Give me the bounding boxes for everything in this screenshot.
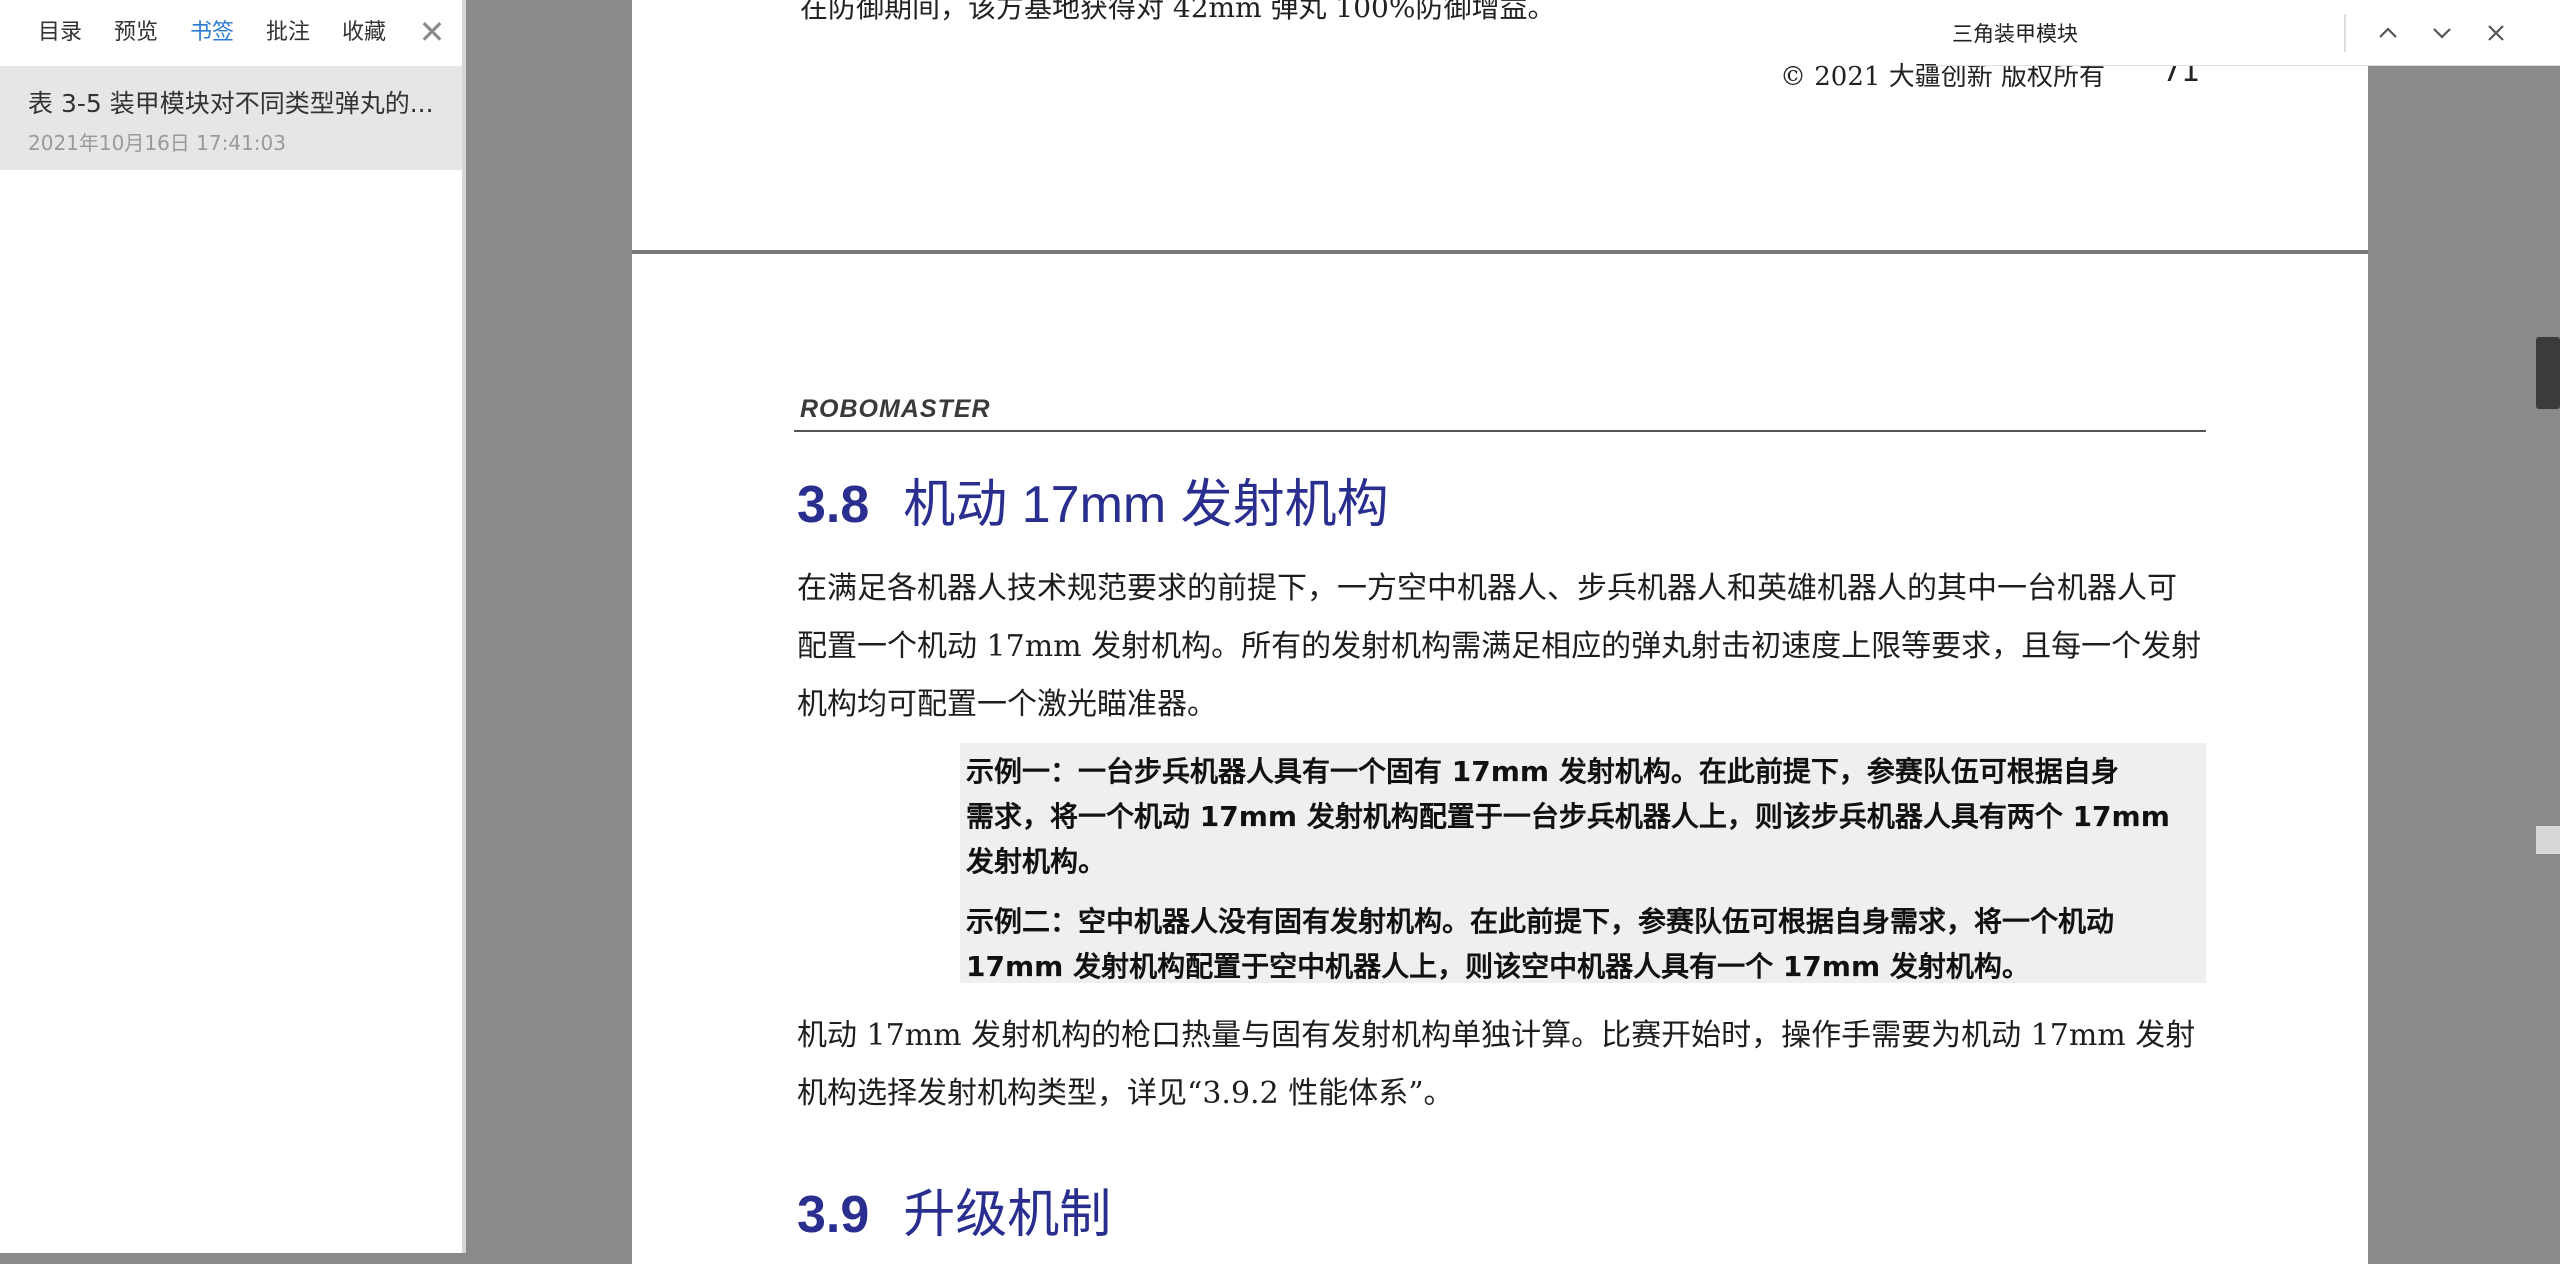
header-rule <box>794 430 2206 432</box>
section-heading: 3.8 机动 17mm 发射机构 <box>797 462 1389 537</box>
section-title: 机动 17mm 发射机构 <box>903 476 1389 534</box>
paragraph-line: 机构选择发射机构类型，详见“3.9.2 性能体系”。 <box>797 1076 1454 1111</box>
search-input[interactable] <box>1950 14 2350 52</box>
paragraph-line: 配置一个机动 17mm 发射机构。所有的发射机构需满足相应的弹丸射击初速度上限等… <box>797 629 2202 664</box>
paragraph-line: 机构均可配置一个激光瞄准器。 <box>797 687 1217 722</box>
section-number: 3.8 <box>797 476 870 534</box>
tab-bookmarks[interactable]: 书签 <box>190 18 234 48</box>
tab-favorites[interactable]: 收藏 <box>342 18 386 48</box>
robomaster-logo: ROBOMASTER <box>800 395 991 423</box>
section-title: 升级机制 <box>903 1186 1112 1244</box>
example-line: 示例二：空中机器人没有固有发射机构。在此前提下，参赛队伍可根据自身需求，将一个机… <box>966 905 2115 938</box>
search-bar <box>1936 0 2560 66</box>
chevron-down-icon[interactable] <box>2426 17 2458 49</box>
bookmark-date: 2021年10月16日 17:41:03 <box>28 131 286 155</box>
sidebar: 目录 预览 书签 批注 收藏 ✕ 表 3-5 装甲模块对不同类型弹丸的... 2… <box>0 0 466 1253</box>
example-line: 需求，将一个机动 17mm 发射机构配置于一台步兵机器人上，则该步兵机器人具有两… <box>966 800 2170 833</box>
sidebar-tabs: 目录 预览 书签 批注 收藏 ✕ <box>0 0 462 66</box>
tab-annotations[interactable]: 批注 <box>266 18 310 48</box>
section-number: 3.9 <box>797 1186 870 1244</box>
tab-preview[interactable]: 预览 <box>114 18 158 48</box>
close-icon[interactable]: ✕ <box>416 16 448 48</box>
page-text-line: 在防御期间，该方基地获得对 42mm 弹丸 100%防御增益。 <box>800 0 1556 24</box>
divider <box>2344 14 2346 52</box>
tab-contents[interactable]: 目录 <box>38 18 82 48</box>
example-line: 示例一：一台步兵机器人具有一个固有 17mm 发射机构。在此前提下，参赛队伍可根… <box>966 755 2119 788</box>
scrollbar-thumb[interactable] <box>2536 337 2560 409</box>
example-line: 发射机构。 <box>966 845 1107 878</box>
paragraph-line: 机动 17mm 发射机构的枪口热量与固有发射机构单独计算。比赛开始时，操作手需要… <box>797 1018 2196 1053</box>
example-line: 17mm 发射机构配置于空中机器人上，则该空中机器人具有一个 17mm 发射机构… <box>966 950 2030 983</box>
chevron-up-icon[interactable] <box>2372 17 2404 49</box>
close-icon[interactable] <box>2480 17 2512 49</box>
paragraph-line: 在满足各机器人技术规范要求的前提下，一方空中机器人、步兵机器人和英雄机器人的其中… <box>797 571 2177 606</box>
bookmark-title: 表 3-5 装甲模块对不同类型弹丸的... <box>28 89 434 118</box>
section-heading: 3.9 升级机制 <box>797 1172 1111 1247</box>
bookmark-item[interactable]: 表 3-5 装甲模块对不同类型弹丸的... 2021年10月16日 17:41:… <box>0 66 462 170</box>
scrollbar-marker[interactable] <box>2536 826 2560 854</box>
